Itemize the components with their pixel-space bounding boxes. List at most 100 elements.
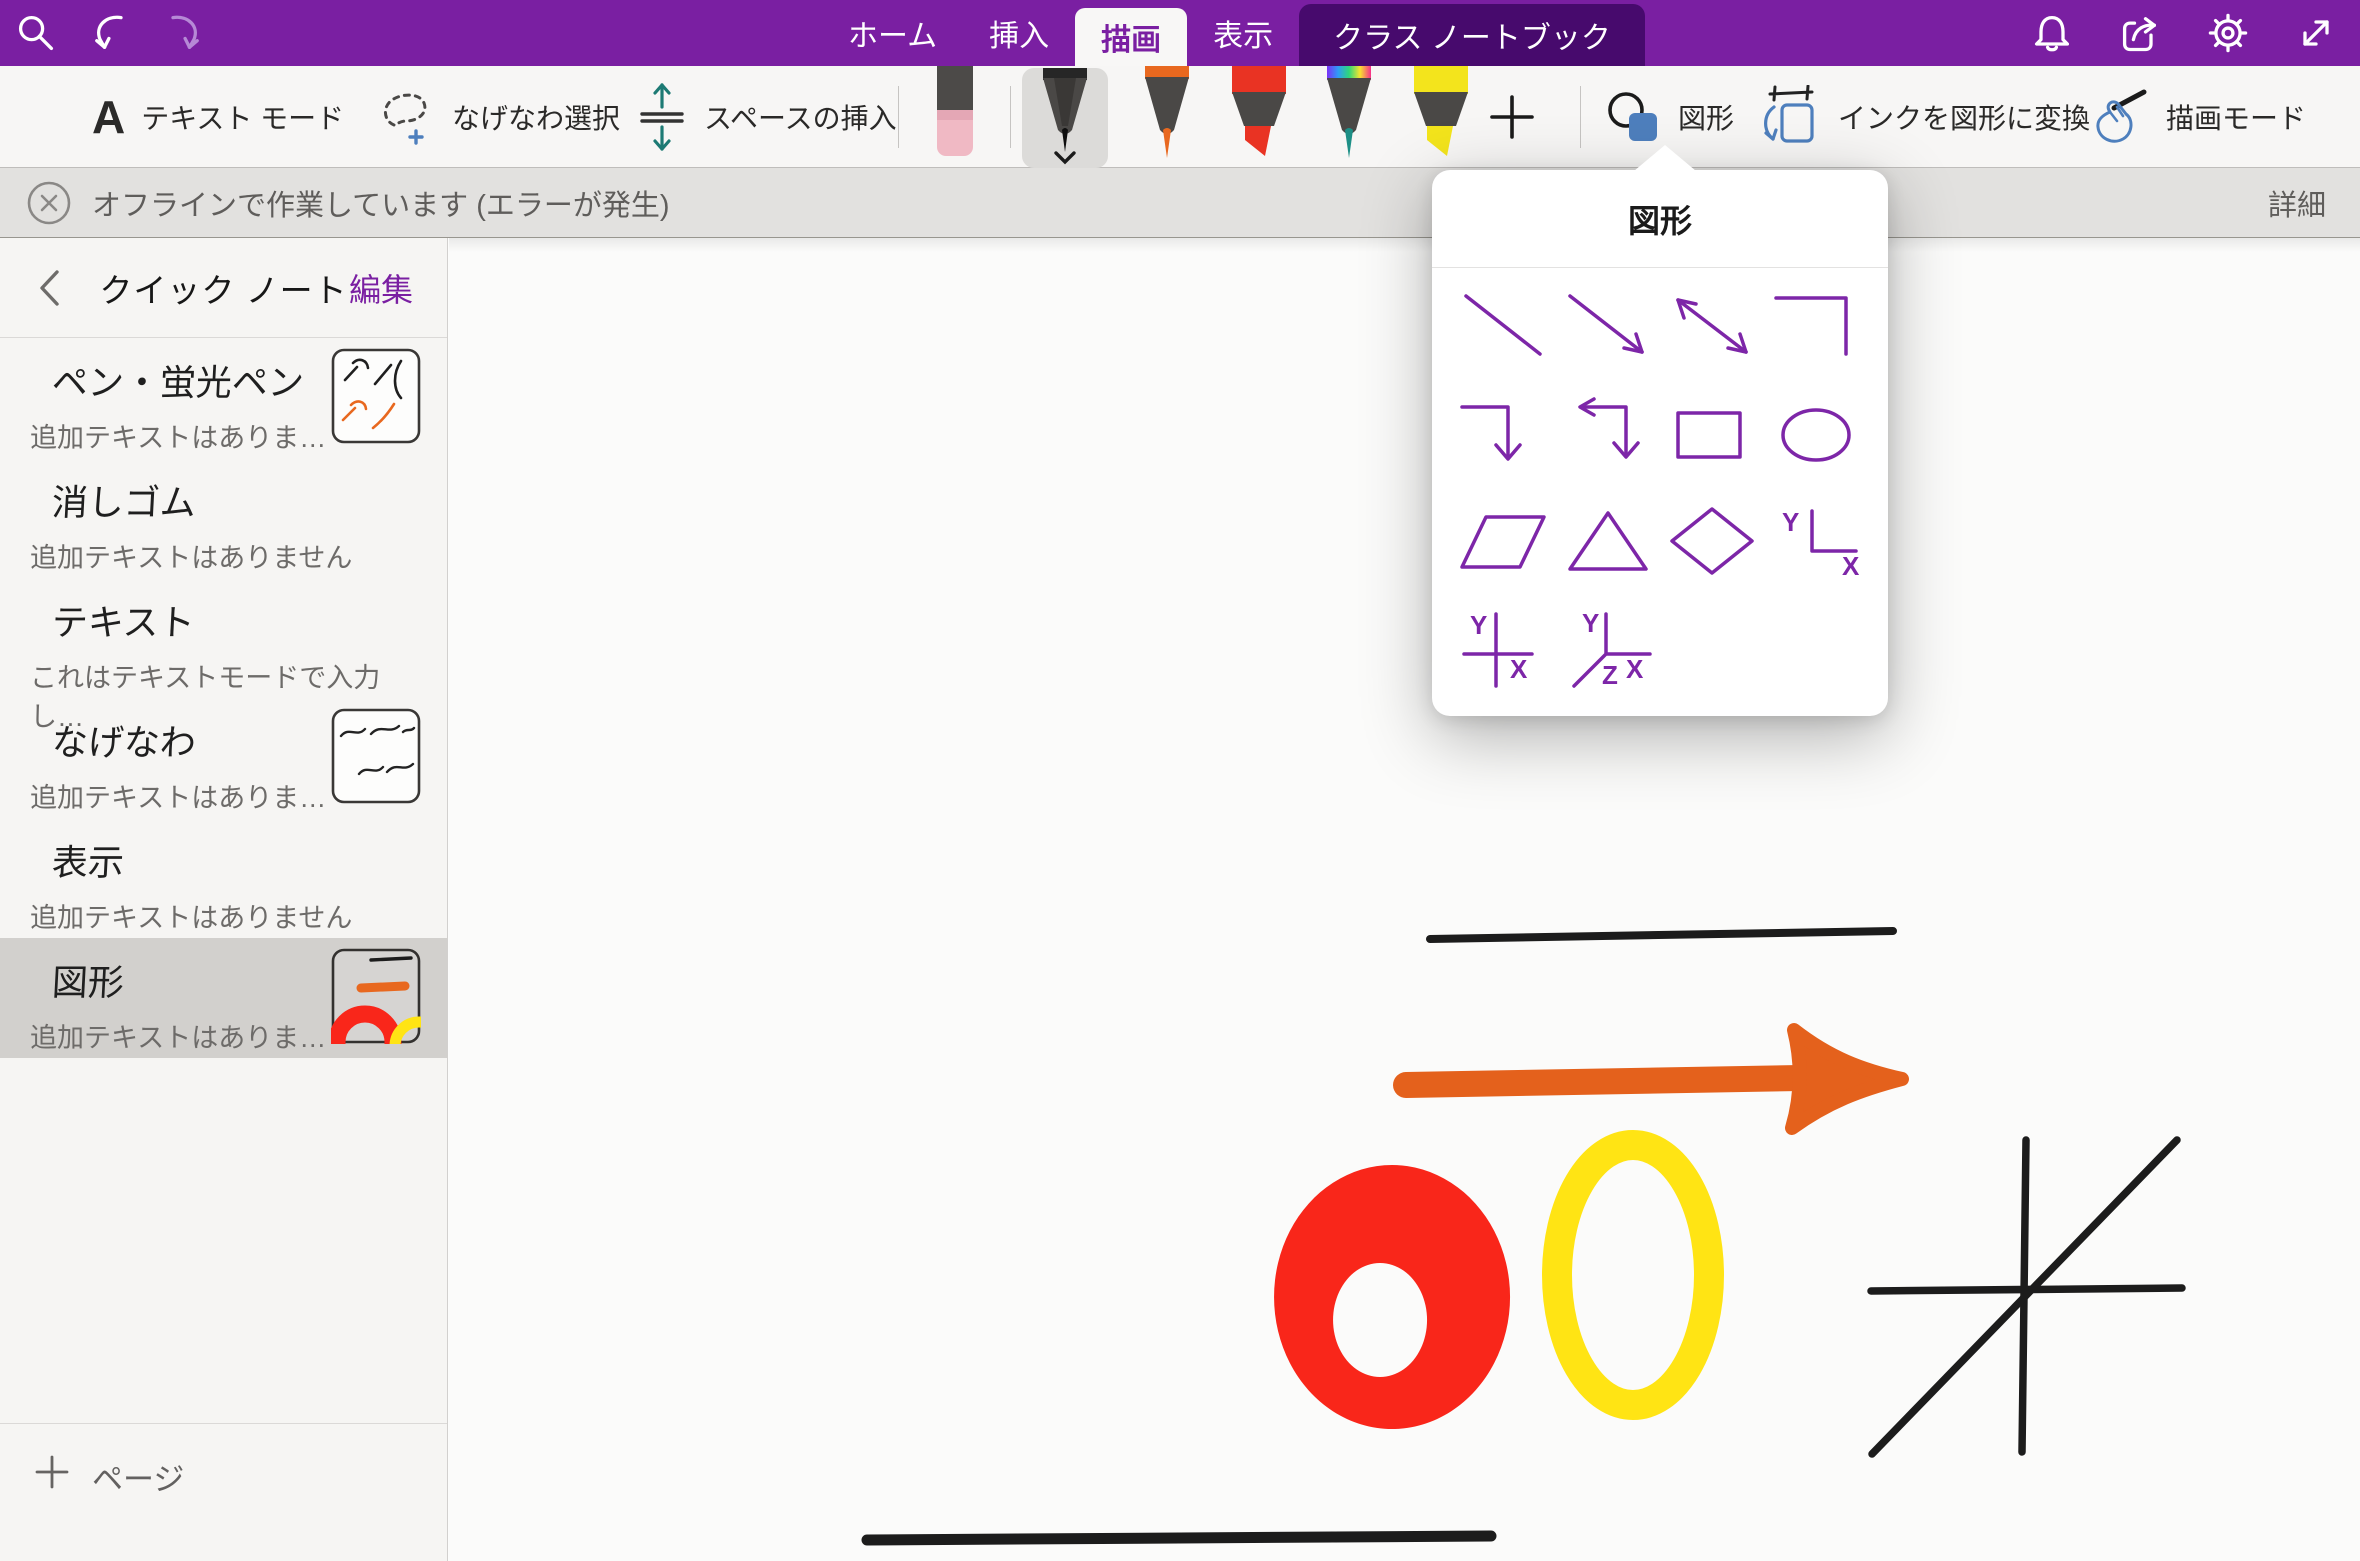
axis-label-y: Y bbox=[1582, 608, 1599, 638]
shape-parallelogram[interactable] bbox=[1452, 489, 1556, 597]
axis-label-x: X bbox=[1626, 654, 1644, 684]
search-icon[interactable] bbox=[14, 11, 58, 55]
text-mode-button[interactable]: A テキスト モード bbox=[92, 66, 344, 168]
page-list-sidebar: クイック ノート 編集 ペン・蛍光ペン 追加テキストはありま… 消しゴム 追加テ… bbox=[0, 238, 448, 1561]
tab-class-notebook-label: クラス ノートブック bbox=[1333, 13, 1611, 57]
page-thumbnail bbox=[331, 348, 421, 444]
shape-axes-cross[interactable]: Y X bbox=[1452, 597, 1556, 705]
titlebar-right-icons bbox=[2030, 0, 2338, 66]
ink-to-shape-icon bbox=[1758, 85, 1822, 149]
page-title: テキスト bbox=[51, 594, 425, 646]
shapes-label: 図形 bbox=[1678, 97, 1734, 137]
shape-diamond[interactable] bbox=[1660, 489, 1764, 597]
shapes-popup-title: 図形 bbox=[1432, 170, 1888, 268]
lasso-icon bbox=[378, 85, 436, 149]
shape-diagonal-arrow[interactable] bbox=[1556, 274, 1660, 382]
page-item-text[interactable]: テキスト これはテキストモードで入力し… bbox=[0, 578, 447, 698]
bell-icon[interactable] bbox=[2030, 11, 2074, 55]
tab-draw-label: 描画 bbox=[1101, 15, 1161, 59]
tab-home-label: ホーム bbox=[848, 11, 937, 55]
gear-icon[interactable] bbox=[2206, 11, 2250, 55]
shape-ellipse[interactable] bbox=[1764, 382, 1868, 490]
axis-label-z: Z bbox=[1602, 660, 1618, 690]
draw-mode-label: 描画モード bbox=[2166, 97, 2306, 137]
red-highlighter-tool[interactable] bbox=[1224, 66, 1294, 167]
rainbow-pen-tool[interactable] bbox=[1316, 66, 1382, 167]
shape-axes-2d[interactable]: Y X bbox=[1764, 489, 1868, 597]
offline-message: オフラインで作業しています (エラーが発生) bbox=[92, 182, 670, 224]
add-pen-button[interactable] bbox=[1488, 66, 1536, 168]
axis-label-x: X bbox=[1842, 551, 1860, 581]
expand-icon[interactable] bbox=[2294, 11, 2338, 55]
shapes-icon bbox=[1604, 88, 1662, 146]
shape-axes-3d[interactable]: Y Z X bbox=[1556, 597, 1660, 705]
offline-notification-bar: オフラインで作業しています (エラーが発生) 詳細 bbox=[0, 168, 2360, 238]
shapes-grid-empty-cell bbox=[1660, 597, 1764, 705]
tab-draw[interactable]: 描画 bbox=[1075, 8, 1187, 66]
toolbar-divider bbox=[1010, 86, 1011, 148]
ink-to-shape-label: インクを図形に変換 bbox=[1838, 97, 2090, 137]
page-item-shapes-selected[interactable]: 図形 追加テキストはありま… bbox=[0, 938, 447, 1058]
shapes-grid: Y X Y X Y Z X bbox=[1452, 274, 1868, 704]
share-icon[interactable] bbox=[2118, 11, 2162, 55]
page-item-eraser[interactable]: 消しゴム 追加テキストはありません bbox=[0, 458, 447, 578]
page-item-lasso[interactable]: なげなわ 追加テキストはありま… bbox=[0, 698, 447, 818]
tab-view[interactable]: 表示 bbox=[1187, 0, 1299, 66]
shapes-popup: 図形 bbox=[1432, 170, 1888, 716]
axis-label-y: Y bbox=[1470, 610, 1487, 640]
page-item-pen-highlighter[interactable]: ペン・蛍光ペン 追加テキストはありま… bbox=[0, 338, 447, 458]
shape-elbow-arrow-down[interactable] bbox=[1452, 382, 1556, 490]
orange-pen-tool[interactable] bbox=[1134, 66, 1200, 167]
edit-link[interactable]: 編集 bbox=[349, 238, 413, 338]
page-item-view[interactable]: 表示 追加テキストはありません bbox=[0, 818, 447, 938]
redo-icon[interactable] bbox=[162, 11, 206, 55]
error-circle-icon[interactable] bbox=[26, 180, 72, 226]
lasso-label: なげなわ選択 bbox=[452, 97, 620, 137]
eraser-tool[interactable] bbox=[926, 66, 984, 167]
undo-icon[interactable] bbox=[88, 11, 132, 55]
title-bar: ホーム 挿入 描画 表示 クラス ノートブック bbox=[0, 0, 2360, 66]
page-thumbnail bbox=[331, 708, 421, 804]
shape-diagonal-double-arrow[interactable] bbox=[1660, 274, 1764, 382]
text-mode-icon: A bbox=[92, 90, 125, 144]
insert-space-button[interactable]: スペースの挿入 bbox=[636, 66, 897, 168]
insert-space-label: スペースの挿入 bbox=[704, 97, 897, 137]
page-title: 表示 bbox=[51, 834, 425, 886]
onenote-app: ホーム 挿入 描画 表示 クラス ノートブック A テキスト モード bbox=[0, 0, 2360, 1561]
yellow-highlighter-tool[interactable] bbox=[1406, 66, 1476, 167]
ribbon-tabs: ホーム 挿入 描画 表示 クラス ノートブック bbox=[822, 0, 1645, 66]
sidebar-header: クイック ノート 編集 bbox=[0, 238, 447, 338]
toolbar-divider bbox=[1580, 86, 1581, 148]
axis-label-y: Y bbox=[1782, 507, 1799, 537]
shape-rectangle[interactable] bbox=[1660, 382, 1764, 490]
axis-label-x: X bbox=[1510, 654, 1528, 684]
draw-mode-icon bbox=[2086, 86, 2150, 148]
add-page-label: ページ bbox=[92, 1454, 184, 1499]
shape-elbow-connector[interactable] bbox=[1764, 274, 1868, 382]
tab-class-notebook[interactable]: クラス ノートブック bbox=[1299, 4, 1645, 66]
shape-triangle[interactable] bbox=[1556, 489, 1660, 597]
tab-insert-label: 挿入 bbox=[989, 11, 1049, 55]
shape-diagonal-line[interactable] bbox=[1452, 274, 1556, 382]
page-title: 消しゴム bbox=[51, 474, 425, 526]
plus-icon bbox=[34, 1454, 70, 1490]
drawing-canvas[interactable] bbox=[449, 238, 2360, 1561]
shapes-grid-empty-cell bbox=[1764, 597, 1868, 705]
tab-home[interactable]: ホーム bbox=[822, 0, 963, 66]
draw-mode-button[interactable]: 描画モード bbox=[2086, 66, 2306, 168]
details-link[interactable]: 詳細 bbox=[2268, 182, 2326, 224]
popup-callout-arrow bbox=[1634, 145, 1696, 171]
add-page-button[interactable]: ページ bbox=[0, 1423, 447, 1561]
pen-options-chevron-icon[interactable] bbox=[1050, 150, 1080, 166]
shape-elbow-double-arrow[interactable] bbox=[1556, 382, 1660, 490]
page-subtitle: 追加テキストはありません bbox=[30, 896, 423, 935]
tab-view-label: 表示 bbox=[1213, 11, 1273, 55]
black-pen-tool-selected[interactable] bbox=[1022, 68, 1108, 168]
lasso-select-button[interactable]: なげなわ選択 bbox=[378, 66, 620, 168]
tab-insert[interactable]: 挿入 bbox=[963, 0, 1075, 66]
toolbar-divider bbox=[898, 86, 899, 148]
ink-to-shape-button[interactable]: インクを図形に変換 bbox=[1758, 66, 2090, 168]
titlebar-left-icons bbox=[14, 0, 206, 66]
page-list: ペン・蛍光ペン 追加テキストはありま… 消しゴム 追加テキストはありません テキ… bbox=[0, 338, 447, 1058]
draw-toolbar: A テキスト モード なげなわ選択 スペースの挿入 bbox=[0, 66, 2360, 168]
